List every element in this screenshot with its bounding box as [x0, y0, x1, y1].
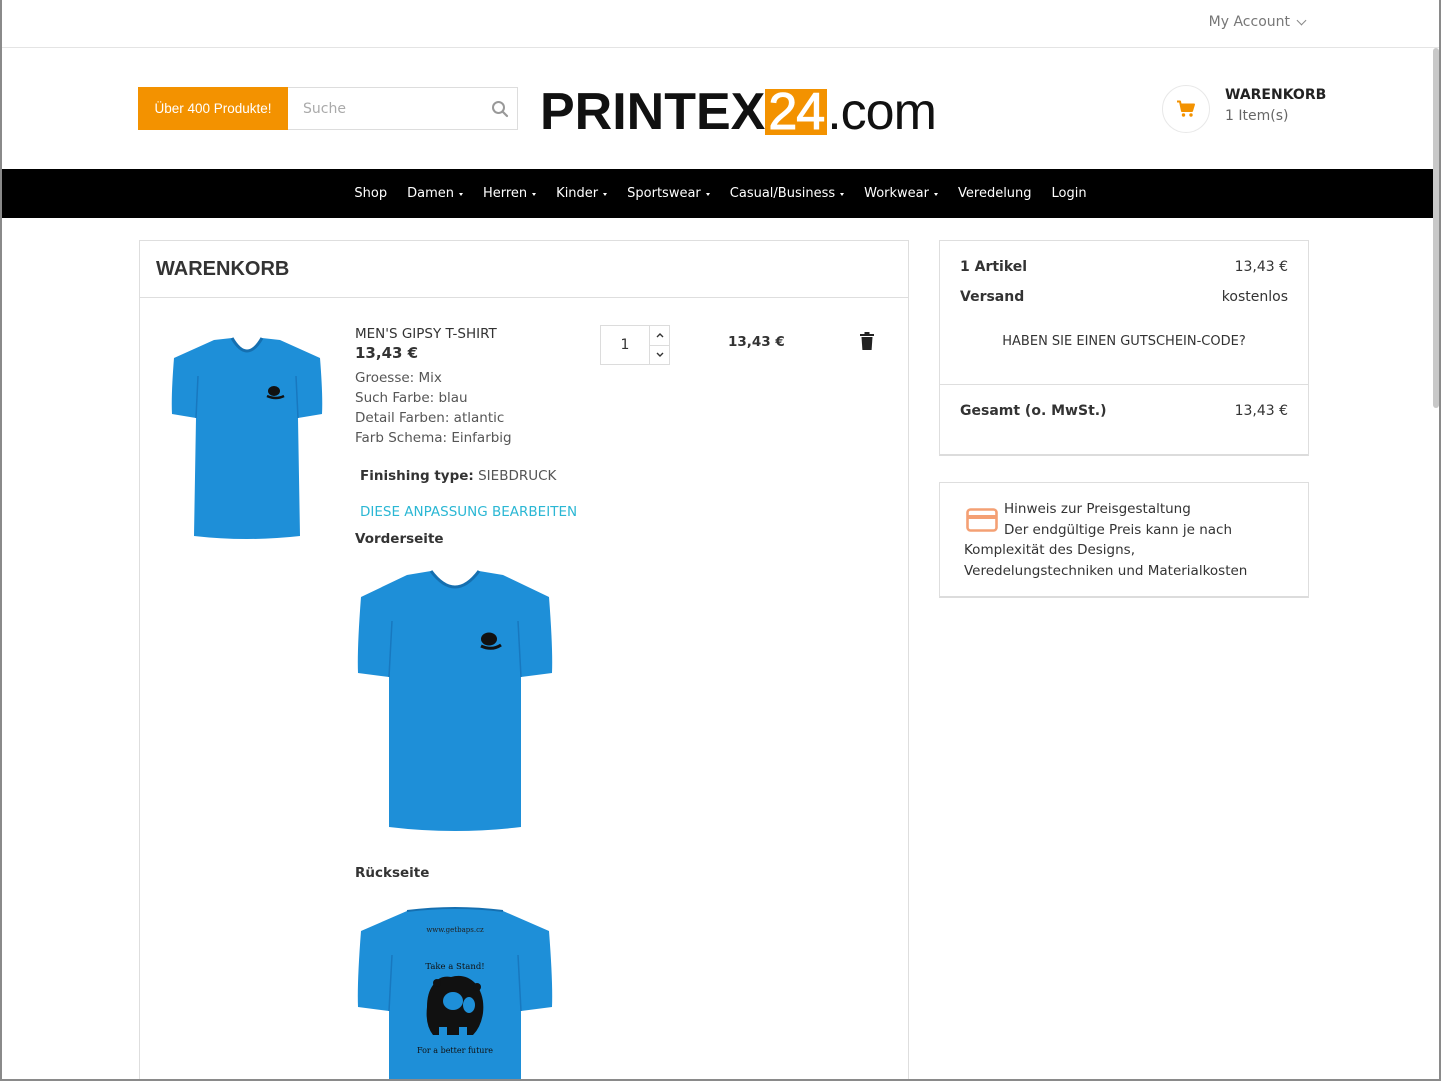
- voucher-code-toggle[interactable]: HABEN SIE EINEN GUTSCHEIN-CODE?: [940, 334, 1308, 349]
- pricing-notice-body: Der endgültige Preis kann je nach Komple…: [964, 521, 1248, 579]
- back-side-label: Rückseite: [355, 865, 430, 881]
- nav-item-veredelung[interactable]: Veredelung: [958, 186, 1032, 201]
- front-side-preview-image: [357, 570, 553, 831]
- product-name[interactable]: MEN'S GIPSY T-SHIRT: [355, 325, 595, 343]
- header-cart-button[interactable]: [1162, 85, 1210, 133]
- finishing-type-value: SIEBDRUCK: [478, 468, 557, 484]
- nav-item-kinder[interactable]: Kinder: [556, 186, 608, 201]
- nav-item-workwear[interactable]: Workwear: [864, 186, 938, 201]
- summary-shipping-row: Versand kostenlos: [960, 289, 1288, 305]
- attribute-search-color: Such Farbe: blau: [355, 390, 468, 406]
- quantity-buttons: [649, 326, 669, 364]
- site-logo[interactable]: PRINTEX 24 .com: [540, 83, 937, 141]
- nav-item-login[interactable]: Login: [1052, 186, 1087, 201]
- caret-down-icon: [532, 192, 537, 196]
- nav-label: Shop: [354, 186, 388, 201]
- product-price: 13,43 €: [355, 344, 419, 362]
- summary-shipping-value: kostenlos: [1221, 289, 1288, 305]
- header-cart-count: 1 Item(s): [1225, 108, 1289, 124]
- search-input[interactable]: [288, 88, 478, 129]
- page-scrollbar[interactable]: [1433, 48, 1439, 408]
- shopping-cart-icon: [1177, 100, 1195, 117]
- nav-label: Kinder: [556, 186, 599, 201]
- cart-panel-title: WARENKORB: [156, 257, 290, 280]
- pricing-notice-title: Hinweis zur Preisgestaltung: [1004, 501, 1191, 517]
- summary-articles-label: 1 Artikel: [960, 259, 1028, 275]
- line-total: 13,43 €: [728, 334, 785, 350]
- nav-item-damen[interactable]: Damen: [407, 186, 463, 201]
- quantity-input[interactable]: [601, 326, 649, 364]
- summary-shipping-label: Versand: [960, 289, 1025, 305]
- product-thumbnail-image[interactable]: [170, 336, 324, 542]
- search-icon[interactable]: [491, 100, 509, 118]
- product-attributes: Groesse: Mix Such Farbe: blau Detail Far…: [355, 368, 595, 448]
- caret-down-icon: [840, 192, 845, 196]
- cart-item-details: MEN'S GIPSY T-SHIRT 13,43 € Groesse: Mix…: [355, 325, 595, 520]
- summary-total-row: Gesamt (o. MwSt.) 13,43 €: [960, 403, 1288, 419]
- caret-down-icon: [603, 192, 608, 196]
- caret-down-icon: [934, 192, 938, 196]
- chevron-up-icon: [656, 333, 663, 338]
- nav-label: Login: [1051, 186, 1087, 201]
- nav-label: Workwear: [864, 186, 929, 201]
- chevron-down-icon: [656, 352, 663, 357]
- chevron-down-icon: [1296, 15, 1307, 25]
- edit-customization-link[interactable]: DIESE ANPASSUNG BEARBEITEN: [360, 504, 595, 520]
- nav-label: Damen: [407, 186, 454, 201]
- back-print-url: www.getbaps.cz: [426, 926, 484, 934]
- my-account-label: My Account: [1208, 14, 1290, 30]
- quantity-decrease-button[interactable]: [650, 344, 669, 365]
- nav-item-sportswear[interactable]: Sportswear: [627, 186, 710, 201]
- summary-articles-value: 13,43 €: [1234, 259, 1288, 275]
- back-print-slogan-bottom: For a better future: [417, 1046, 493, 1055]
- summary-total-value: 13,43 €: [1234, 403, 1288, 419]
- cart-panel-header: WARENKORB: [140, 241, 908, 298]
- quantity-increase-button[interactable]: [650, 326, 669, 345]
- attribute-color-scheme: Farb Schema: Einfarbig: [355, 430, 512, 446]
- main-navigation: Shop Damen Herren Kinder Sportswear Casu…: [2, 169, 1439, 218]
- site-header: Über 400 Produkte! PRINTEX24.com WARENKO…: [2, 49, 1439, 169]
- back-print-slogan-top: Take a Stand!: [425, 962, 484, 972]
- header-cart-title[interactable]: WARENKORB: [1225, 87, 1326, 103]
- bear-graphic: [426, 975, 484, 1035]
- nav-item-herren[interactable]: Herren: [482, 186, 537, 201]
- nav-label: Herren: [482, 186, 528, 201]
- products-promo-button[interactable]: Über 400 Produkte!: [138, 87, 288, 130]
- quantity-stepper: [600, 325, 670, 365]
- browser-frame: My Account Über 400 Produkte! PRINTEX24.…: [0, 0, 1441, 1081]
- logo-text-com: .com: [827, 83, 937, 141]
- order-summary: 1 Artikel 13,43 € Versand kostenlos HABE…: [939, 240, 1309, 456]
- back-side-preview-image: www.getbaps.cz Take a Stand! For a bette…: [357, 907, 553, 1079]
- pricing-notice: Hinweis zur Preisgestaltung Der endgülti…: [939, 482, 1309, 598]
- search-box: [288, 87, 518, 130]
- summary-articles-row: 1 Artikel 13,43 €: [960, 259, 1288, 275]
- caret-down-icon: [705, 192, 710, 196]
- finishing-type: Finishing type: SIEBDRUCK: [360, 468, 595, 484]
- attribute-size: Groesse: Mix: [355, 370, 442, 386]
- summary-divider: [940, 384, 1308, 385]
- nav-item-shop[interactable]: Shop: [354, 186, 387, 201]
- pricing-notice-text: Hinweis zur Preisgestaltung Der endgülti…: [964, 499, 1284, 581]
- summary-total-label: Gesamt (o. MwSt.): [960, 403, 1107, 419]
- caret-down-icon: [458, 192, 463, 196]
- nav-label: Casual/Business: [729, 186, 836, 201]
- logo-text-24: 24: [765, 86, 828, 139]
- top-bar: My Account: [2, 0, 1439, 48]
- attribute-detail-colors: Detail Farben: atlantic: [355, 410, 505, 426]
- logo-text-printex: PRINTEX: [540, 83, 766, 141]
- cart-panel: WARENKORB MEN'S GIPSY T-SHIRT 13,43 € Gr…: [139, 240, 909, 1079]
- nav-label: Veredelung: [958, 186, 1032, 201]
- my-account-dropdown[interactable]: My Account: [1208, 14, 1307, 30]
- nav-item-casual-business[interactable]: Casual/Business: [729, 186, 845, 201]
- nav-label: Sportswear: [627, 186, 701, 201]
- trash-icon[interactable]: [860, 332, 874, 350]
- front-side-label: Vorderseite: [355, 531, 444, 547]
- finishing-type-label: Finishing type:: [360, 468, 474, 484]
